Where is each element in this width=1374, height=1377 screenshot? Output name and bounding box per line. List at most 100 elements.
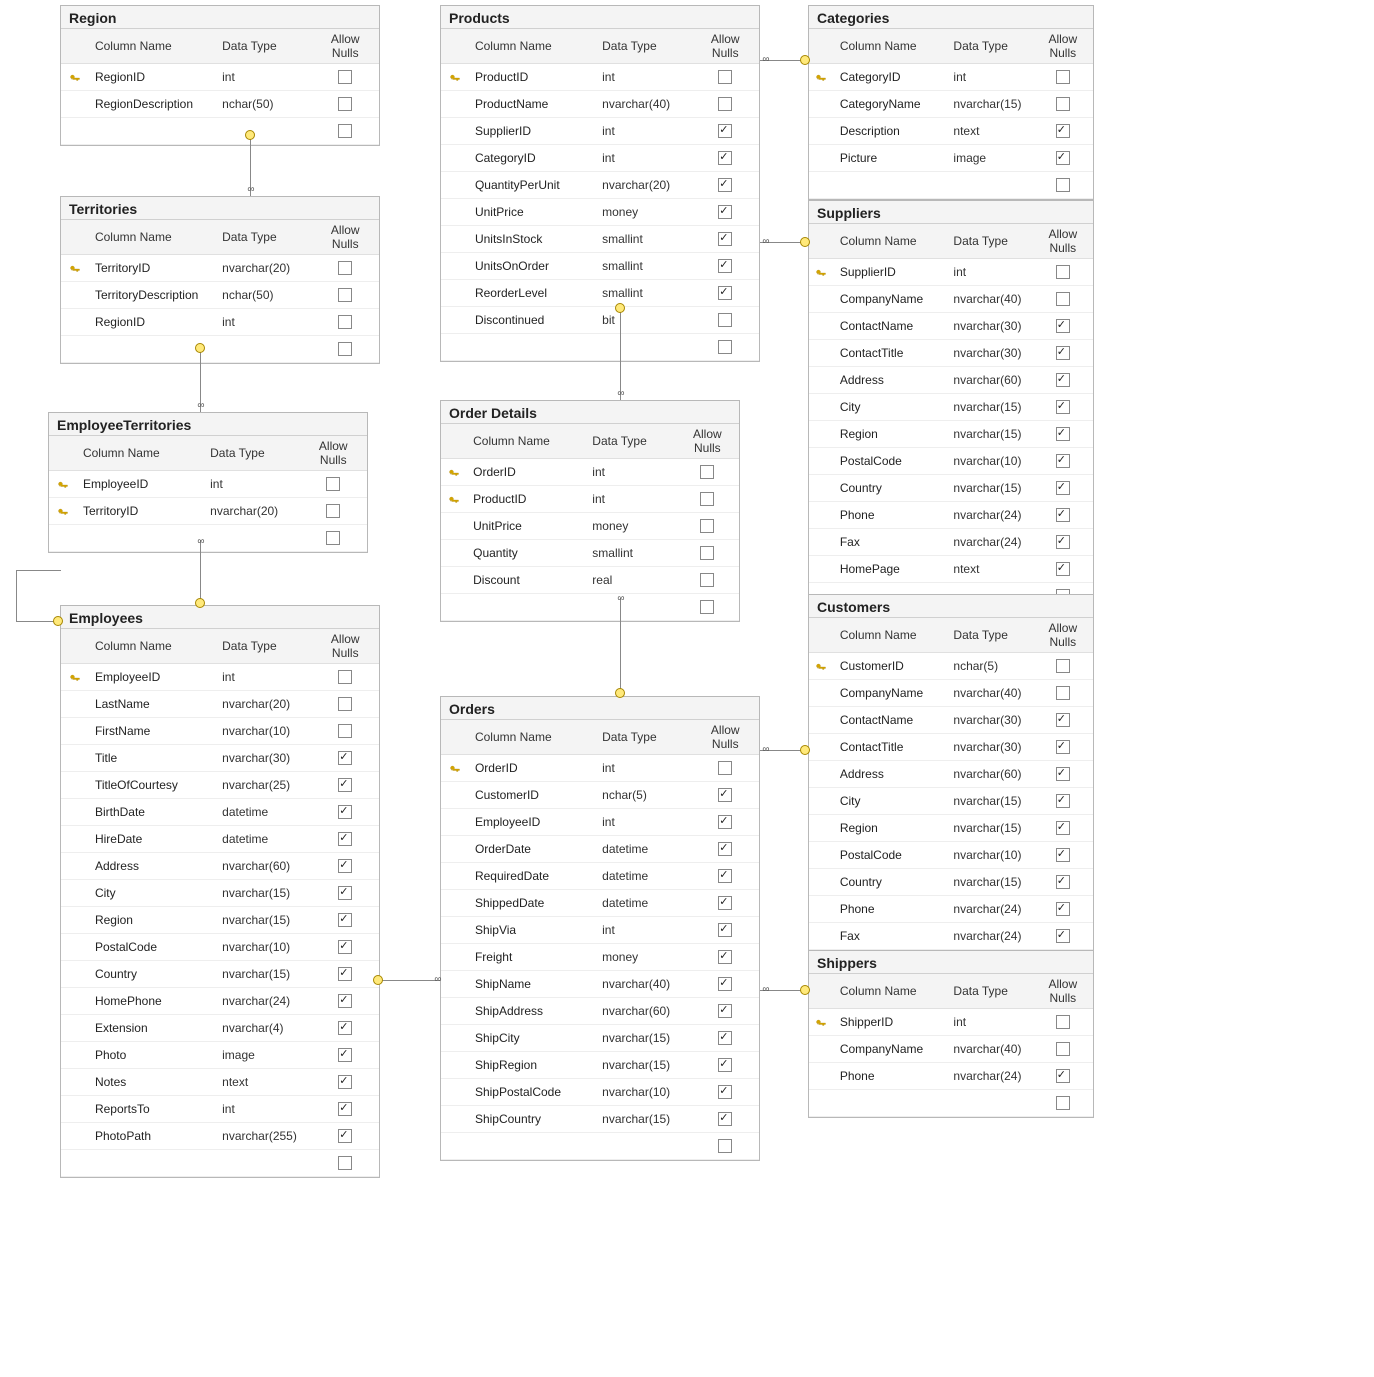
- allow-nulls-checkbox[interactable]: [338, 697, 352, 711]
- column-row[interactable]: ShipViaint: [441, 917, 759, 944]
- column-row[interactable]: CustomerIDnchar(5): [809, 653, 1093, 680]
- allow-nulls-cell[interactable]: [692, 755, 759, 782]
- allow-nulls-cell[interactable]: [692, 1025, 759, 1052]
- allow-nulls-checkbox[interactable]: [718, 151, 732, 165]
- column-row[interactable]: Freightmoney: [441, 944, 759, 971]
- allow-nulls-checkbox[interactable]: [338, 940, 352, 954]
- column-row[interactable]: RegionIDint: [61, 309, 379, 336]
- allow-nulls-cell[interactable]: [1033, 1036, 1093, 1063]
- allow-nulls-cell[interactable]: [1033, 815, 1093, 842]
- column-row[interactable]: ShipCitynvarchar(15): [441, 1025, 759, 1052]
- allow-nulls-checkbox[interactable]: [1056, 427, 1070, 441]
- column-row[interactable]: PostalCodenvarchar(10): [61, 934, 379, 961]
- allow-nulls-checkbox[interactable]: [718, 950, 732, 964]
- allow-nulls-checkbox[interactable]: [1056, 929, 1070, 943]
- allow-nulls-cell[interactable]: [692, 1106, 759, 1133]
- allow-nulls-cell[interactable]: [1033, 259, 1093, 286]
- allow-nulls-checkbox[interactable]: [718, 815, 732, 829]
- allow-nulls-checkbox[interactable]: [718, 124, 732, 138]
- allow-nulls-checkbox[interactable]: [1056, 1015, 1070, 1029]
- allow-nulls-cell[interactable]: [312, 718, 379, 745]
- column-row[interactable]: Regionnvarchar(15): [809, 815, 1093, 842]
- allow-nulls-cell[interactable]: [692, 172, 759, 199]
- allow-nulls-cell[interactable]: [1033, 448, 1093, 475]
- column-row[interactable]: PostalCodenvarchar(10): [809, 448, 1093, 475]
- allow-nulls-checkbox[interactable]: [1056, 70, 1070, 84]
- allow-nulls-cell[interactable]: [1033, 118, 1093, 145]
- allow-nulls-cell[interactable]: [692, 199, 759, 226]
- column-row[interactable]: RequiredDatedatetime: [441, 863, 759, 890]
- allow-nulls-cell[interactable]: [1033, 707, 1093, 734]
- table-region[interactable]: RegionColumn NameData TypeAllow NullsReg…: [60, 5, 380, 146]
- column-row[interactable]: CompanyNamenvarchar(40): [809, 1036, 1093, 1063]
- allow-nulls-checkbox[interactable]: [338, 97, 352, 111]
- column-row[interactable]: ContactTitlenvarchar(30): [809, 340, 1093, 367]
- column-row[interactable]: RegionDescriptionnchar(50): [61, 91, 379, 118]
- table-title[interactable]: Customers: [809, 595, 1093, 618]
- allow-nulls-checkbox[interactable]: [718, 1058, 732, 1072]
- allow-nulls-checkbox[interactable]: [1056, 848, 1070, 862]
- allow-nulls-cell[interactable]: [676, 459, 739, 486]
- empty-row[interactable]: [441, 594, 739, 621]
- allow-nulls-cell[interactable]: [676, 513, 739, 540]
- allow-nulls-cell[interactable]: [312, 961, 379, 988]
- allow-nulls-cell[interactable]: [692, 944, 759, 971]
- allow-nulls-cell[interactable]: [1033, 529, 1093, 556]
- allow-nulls-checkbox[interactable]: [338, 1129, 352, 1143]
- column-row[interactable]: HireDatedatetime: [61, 826, 379, 853]
- allow-nulls-checkbox[interactable]: [1056, 1096, 1070, 1110]
- allow-nulls-checkbox[interactable]: [1056, 767, 1070, 781]
- column-row[interactable]: TerritoryIDnvarchar(20): [61, 255, 379, 282]
- empty-row[interactable]: [809, 172, 1093, 199]
- allow-nulls-cell[interactable]: [1033, 680, 1093, 707]
- allow-nulls-cell[interactable]: [312, 988, 379, 1015]
- allow-nulls-cell[interactable]: [676, 567, 739, 594]
- table-title[interactable]: Suppliers: [809, 201, 1093, 224]
- column-row[interactable]: ContactNamenvarchar(30): [809, 313, 1093, 340]
- column-row[interactable]: RegionIDint: [61, 64, 379, 91]
- table-shippers[interactable]: ShippersColumn NameData TypeAllow NullsS…: [808, 950, 1094, 1118]
- column-row[interactable]: Quantitysmallint: [441, 540, 739, 567]
- empty-row[interactable]: [61, 336, 379, 363]
- allow-nulls-checkbox[interactable]: [718, 205, 732, 219]
- column-row[interactable]: Discontinuedbit: [441, 307, 759, 334]
- empty-row[interactable]: [61, 118, 379, 145]
- table-employees[interactable]: EmployeesColumn NameData TypeAllow Nulls…: [60, 605, 380, 1178]
- allow-nulls-cell[interactable]: [1033, 842, 1093, 869]
- allow-nulls-checkbox[interactable]: [1056, 292, 1070, 306]
- column-row[interactable]: CompanyNamenvarchar(40): [809, 286, 1093, 313]
- allow-nulls-checkbox[interactable]: [1056, 481, 1070, 495]
- column-row[interactable]: ReportsToint: [61, 1096, 379, 1123]
- table-order-details[interactable]: Order DetailsColumn NameData TypeAllow N…: [440, 400, 740, 622]
- column-row[interactable]: Addressnvarchar(60): [61, 853, 379, 880]
- allow-nulls-cell[interactable]: [692, 118, 759, 145]
- allow-nulls-checkbox[interactable]: [718, 923, 732, 937]
- allow-nulls-checkbox[interactable]: [338, 913, 352, 927]
- column-row[interactable]: Notesntext: [61, 1069, 379, 1096]
- column-row[interactable]: HomePhonenvarchar(24): [61, 988, 379, 1015]
- column-row[interactable]: OrderIDint: [441, 755, 759, 782]
- column-row[interactable]: BirthDatedatetime: [61, 799, 379, 826]
- allow-nulls-checkbox[interactable]: [718, 896, 732, 910]
- allow-nulls-cell[interactable]: [1033, 394, 1093, 421]
- allow-nulls-checkbox[interactable]: [718, 340, 732, 354]
- table-title[interactable]: Categories: [809, 6, 1093, 29]
- allow-nulls-checkbox[interactable]: [718, 97, 732, 111]
- column-row[interactable]: Citynvarchar(15): [61, 880, 379, 907]
- allow-nulls-checkbox[interactable]: [338, 261, 352, 275]
- table-title[interactable]: Region: [61, 6, 379, 29]
- column-row[interactable]: ShipAddressnvarchar(60): [441, 998, 759, 1025]
- allow-nulls-cell[interactable]: [692, 1079, 759, 1106]
- column-row[interactable]: EmployeeIDint: [61, 664, 379, 691]
- allow-nulls-checkbox[interactable]: [338, 1156, 352, 1170]
- column-row[interactable]: Countrynvarchar(15): [809, 869, 1093, 896]
- allow-nulls-cell[interactable]: [692, 64, 759, 91]
- allow-nulls-cell[interactable]: [312, 91, 379, 118]
- allow-nulls-checkbox[interactable]: [718, 1004, 732, 1018]
- allow-nulls-checkbox[interactable]: [1056, 1069, 1070, 1083]
- allow-nulls-cell[interactable]: [692, 998, 759, 1025]
- allow-nulls-cell[interactable]: [312, 309, 379, 336]
- allow-nulls-checkbox[interactable]: [1056, 1042, 1070, 1056]
- allow-nulls-checkbox[interactable]: [1056, 454, 1070, 468]
- allow-nulls-cell[interactable]: [300, 498, 367, 525]
